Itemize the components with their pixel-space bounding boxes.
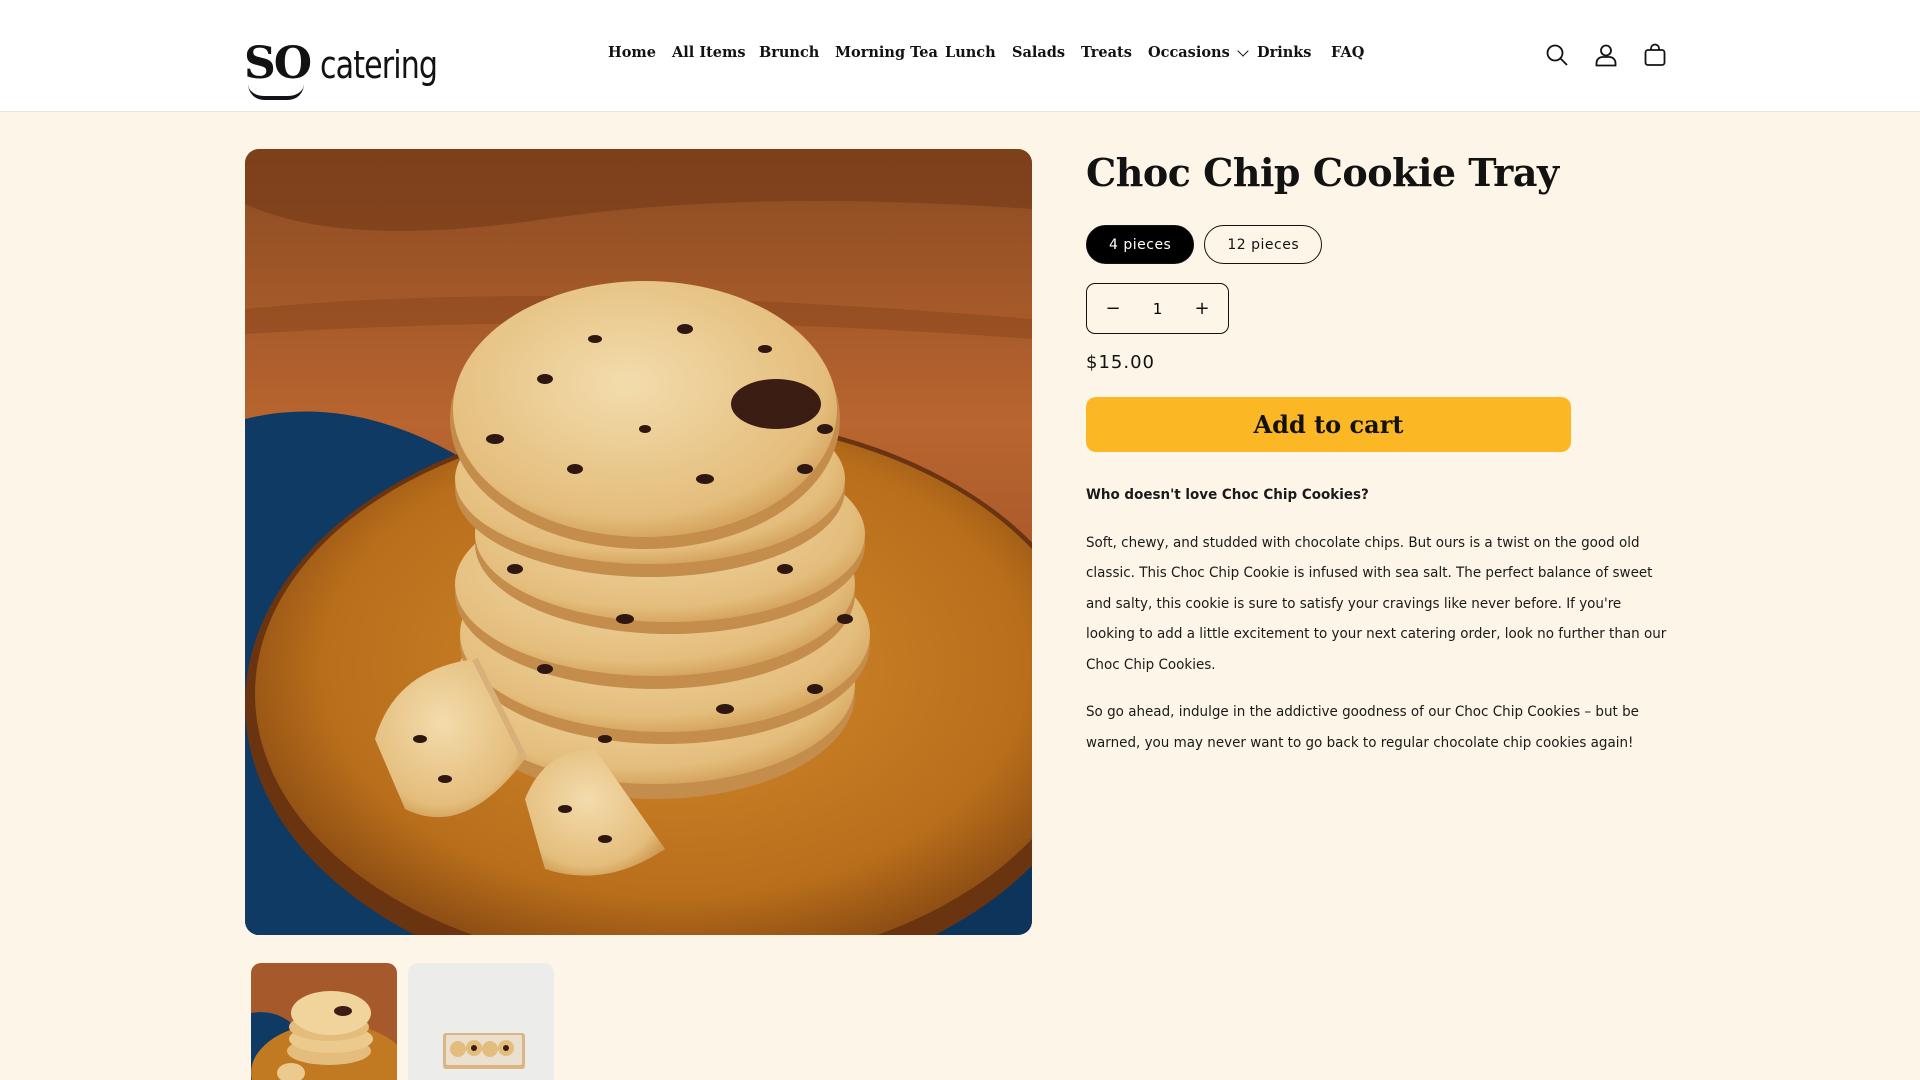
product-main-image[interactable] <box>245 149 1032 935</box>
description-heading: Who doesn't love Choc Chip Cookies? <box>1086 487 1369 503</box>
nav-item-salads[interactable]: Salads <box>1012 44 1065 61</box>
nav-item-brunch[interactable]: Brunch <box>759 44 819 61</box>
nav-item-drinks[interactable]: Drinks <box>1257 44 1311 61</box>
main-nav: Home All Items Brunch Morning Tea Lunch … <box>0 44 1920 68</box>
variant-option-4-pieces[interactable]: 4 pieces <box>1086 225 1195 264</box>
chevron-down-icon <box>1237 44 1249 57</box>
nav-item-occasions-label: Occasions <box>1148 44 1230 61</box>
increase-quantity-button[interactable]: + <box>1192 298 1212 319</box>
variant-selector: 4 pieces 12 pieces <box>1086 225 1323 264</box>
search-icon[interactable] <box>1544 42 1570 68</box>
nav-item-occasions[interactable]: Occasions <box>1148 44 1249 61</box>
decrease-quantity-button[interactable]: − <box>1103 298 1123 319</box>
nav-item-lunch[interactable]: Lunch <box>945 44 996 61</box>
nav-item-morning-tea[interactable]: Morning Tea <box>835 44 938 61</box>
product-thumbnail-2[interactable] <box>408 963 554 1080</box>
cart-icon[interactable] <box>1642 42 1668 68</box>
site-header: SO catering Home All Items Brunch Mornin… <box>0 0 1920 112</box>
nav-item-all-items[interactable]: All Items <box>672 44 746 61</box>
description-paragraph: Soft, chewy, and studded with chocolate … <box>1086 534 1667 673</box>
quantity-input[interactable] <box>1137 299 1178 318</box>
nav-item-faq[interactable]: FAQ <box>1331 44 1364 61</box>
product-title: Choc Chip Cookie Tray <box>1086 150 1559 195</box>
variant-option-12-pieces[interactable]: 12 pieces <box>1204 225 1323 264</box>
quantity-stepper: − + <box>1086 283 1229 334</box>
add-to-cart-button[interactable]: Add to cart <box>1086 397 1571 452</box>
nav-item-treats[interactable]: Treats <box>1081 44 1132 61</box>
product-price: $15.00 <box>1086 352 1155 373</box>
description-paragraph: So go ahead, indulge in the addictive go… <box>1086 704 1639 751</box>
nav-item-home[interactable]: Home <box>608 44 656 61</box>
product-thumbnail-1[interactable] <box>251 963 397 1080</box>
product-description: Who doesn't love Choc Chip Cookies? Soft… <box>1086 480 1666 775</box>
account-icon[interactable] <box>1593 42 1619 68</box>
